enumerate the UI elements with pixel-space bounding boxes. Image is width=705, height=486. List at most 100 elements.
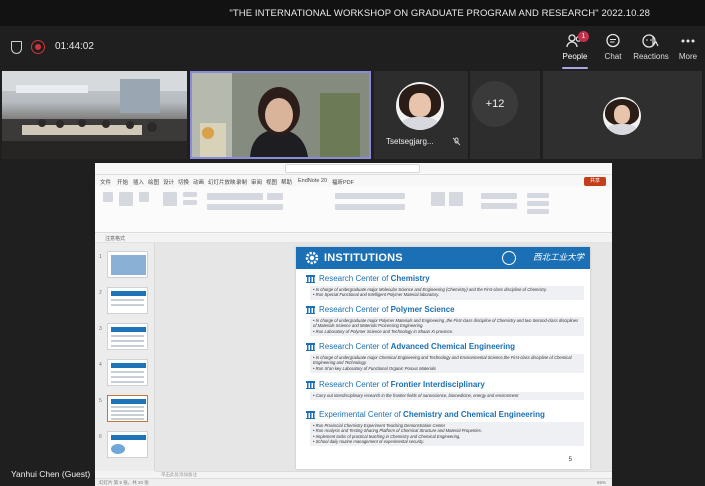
institution-section: Research Center of Chemistry In charge o… bbox=[306, 274, 584, 300]
ppt-tab[interactable]: 文件 bbox=[100, 178, 111, 186]
video-tile-speaker[interactable] bbox=[190, 71, 371, 159]
ppt-tab[interactable]: 视图 bbox=[266, 178, 277, 186]
participant-name: Tsetsegjarg... bbox=[386, 137, 434, 146]
quick-access-label[interactable]: 注意格式 bbox=[105, 235, 125, 242]
ppt-tab[interactable]: 录制 bbox=[236, 178, 247, 186]
institution-section: Research Center of Advanced Chemical Eng… bbox=[306, 342, 584, 373]
presenter-guest-label: Yanhui Chen (Guest) bbox=[11, 469, 91, 479]
overflow-participants-tile[interactable]: +12 bbox=[470, 71, 540, 159]
teams-meeting-window: "THE INTERNATIONAL WORKSHOP ON GRADUATE … bbox=[0, 0, 705, 486]
chat-icon bbox=[604, 33, 622, 49]
notes-pane[interactable]: 单击此处添加备注 bbox=[155, 471, 612, 478]
find-button[interactable] bbox=[527, 193, 549, 198]
ppt-tab[interactable]: 幻灯片放映 bbox=[208, 178, 236, 186]
shape-outline-button[interactable] bbox=[481, 203, 517, 209]
slide-thumbnail[interactable]: 2 bbox=[99, 287, 148, 314]
alignment-buttons[interactable] bbox=[335, 204, 405, 210]
participant-avatar-2 bbox=[603, 97, 641, 135]
slide-thumbnail-active[interactable]: 5 bbox=[99, 395, 148, 422]
replace-button[interactable] bbox=[527, 201, 549, 206]
zoom-level[interactable]: 65% bbox=[597, 480, 606, 485]
ppt-ribbon bbox=[95, 187, 612, 233]
recording-icon[interactable] bbox=[31, 40, 45, 54]
font-family-select[interactable] bbox=[207, 193, 263, 200]
slide-thumbnail[interactable]: 3 bbox=[99, 323, 148, 350]
slide-thumbnail[interactable]: 6 bbox=[99, 431, 148, 458]
ppt-tab[interactable]: 开始 bbox=[117, 178, 128, 186]
section-body: In charge of undergraduate major Chemica… bbox=[310, 354, 584, 373]
ppt-tab[interactable]: 绘图 bbox=[148, 178, 159, 186]
format-painter-icon[interactable] bbox=[139, 192, 149, 202]
reactions-button[interactable]: Reactions bbox=[630, 29, 672, 67]
reactions-label: Reactions bbox=[633, 52, 669, 61]
mic-muted-icon bbox=[452, 137, 461, 148]
meeting-top-bar: 01:44:02 1 People Chat Reactions More bbox=[0, 26, 705, 69]
ppt-tab[interactable]: 设计 bbox=[163, 178, 174, 186]
speaker-video bbox=[192, 73, 369, 157]
shape-fill-button[interactable] bbox=[481, 193, 517, 199]
video-tile-participant[interactable] bbox=[543, 71, 702, 159]
people-label: People bbox=[562, 52, 588, 61]
ppt-tab[interactable]: 福昕PDF bbox=[332, 178, 354, 186]
shapes-icon[interactable] bbox=[431, 192, 445, 206]
slide-title: INSTITUTIONS bbox=[324, 252, 403, 264]
slide-thumbnail[interactable]: 4 bbox=[99, 359, 148, 386]
building-icon bbox=[306, 411, 315, 419]
ppt-share-button[interactable]: 共享 bbox=[584, 177, 606, 186]
chat-button[interactable]: Chat bbox=[594, 29, 632, 67]
participant-avatar bbox=[396, 82, 444, 130]
slide-thumbnail[interactable]: 1 bbox=[99, 251, 148, 278]
slide-thumbnails: 1 2 3 4 5 6 bbox=[95, 243, 155, 471]
shared-screen[interactable]: 文件 开始 插入 绘图 设计 切换 动画 幻灯片放映 录制 审阅 视图 帮助 E… bbox=[95, 163, 612, 486]
ppt-search-box[interactable] bbox=[285, 164, 420, 173]
clipboard-icon[interactable] bbox=[119, 192, 133, 206]
more-icon bbox=[679, 33, 697, 49]
slide-header: INSTITUTIONS 西北工业大学 bbox=[296, 247, 590, 269]
section-title: Research Center of Advanced Chemical Eng… bbox=[306, 342, 584, 352]
paragraph-buttons[interactable] bbox=[335, 193, 405, 199]
ppt-tab[interactable]: 审阅 bbox=[251, 178, 262, 186]
layout-button[interactable] bbox=[183, 192, 197, 197]
more-label: More bbox=[678, 52, 698, 61]
people-button[interactable]: 1 People bbox=[556, 29, 594, 69]
section-body: In charge of undergraduate major Molecul… bbox=[310, 286, 584, 300]
banner-title: "THE INTERNATIONAL WORKSHOP ON GRADUATE … bbox=[229, 8, 650, 19]
ppt-tab[interactable]: 切换 bbox=[178, 178, 189, 186]
building-icon bbox=[306, 275, 315, 283]
institution-section: Research Center of Polymer Science In ch… bbox=[306, 305, 584, 336]
font-size-select[interactable] bbox=[267, 193, 283, 200]
institution-section: Experimental Center of Chemistry and Che… bbox=[306, 410, 584, 447]
building-icon bbox=[306, 381, 315, 389]
ppt-status-bar: 幻灯片 第 5 张，共 20 张 65% bbox=[95, 478, 612, 486]
building-icon bbox=[306, 343, 315, 351]
video-tile-tsetsegjargal[interactable]: Tsetsegjarg... bbox=[374, 71, 468, 159]
shield-icon[interactable] bbox=[11, 41, 22, 54]
reset-button[interactable] bbox=[183, 200, 197, 205]
section-title: Research Center of Chemistry bbox=[306, 274, 584, 284]
slide-page-number: 5 bbox=[568, 457, 572, 463]
new-slide-icon[interactable] bbox=[163, 192, 177, 206]
building-icon bbox=[306, 306, 315, 314]
overflow-count: +12 bbox=[472, 81, 518, 127]
video-tile-conference-room[interactable] bbox=[2, 71, 187, 159]
section-title: Experimental Center of Chemistry and Che… bbox=[306, 410, 584, 420]
section-body: Run Provincial Chemistry Experiment Teac… bbox=[310, 422, 584, 447]
ppt-tab[interactable]: 插入 bbox=[133, 178, 144, 186]
more-button[interactable]: More bbox=[669, 29, 705, 67]
university-logo-text: 西北工业大学 bbox=[532, 253, 584, 263]
ppt-tab[interactable]: EndNote 20 bbox=[298, 178, 327, 184]
conference-room-video bbox=[2, 71, 187, 159]
paste-icon[interactable] bbox=[103, 192, 113, 202]
section-title: Research Center of Polymer Science bbox=[306, 305, 584, 315]
quick-access-bar: 注意格式 bbox=[95, 233, 612, 243]
people-badge: 1 bbox=[578, 31, 589, 42]
font-style-buttons[interactable] bbox=[207, 204, 283, 210]
current-slide[interactable]: INSTITUTIONS 西北工业大学 Research Center of C… bbox=[296, 247, 590, 469]
meeting-timer: 01:44:02 bbox=[55, 41, 94, 52]
university-logo-icon bbox=[502, 251, 516, 265]
slide-canvas: INSTITUTIONS 西北工业大学 Research Center of C… bbox=[155, 243, 612, 471]
arrange-icon[interactable] bbox=[449, 192, 463, 206]
ppt-tab[interactable]: 动画 bbox=[193, 178, 204, 186]
ppt-tab[interactable]: 帮助 bbox=[281, 178, 292, 186]
select-button[interactable] bbox=[527, 209, 549, 214]
